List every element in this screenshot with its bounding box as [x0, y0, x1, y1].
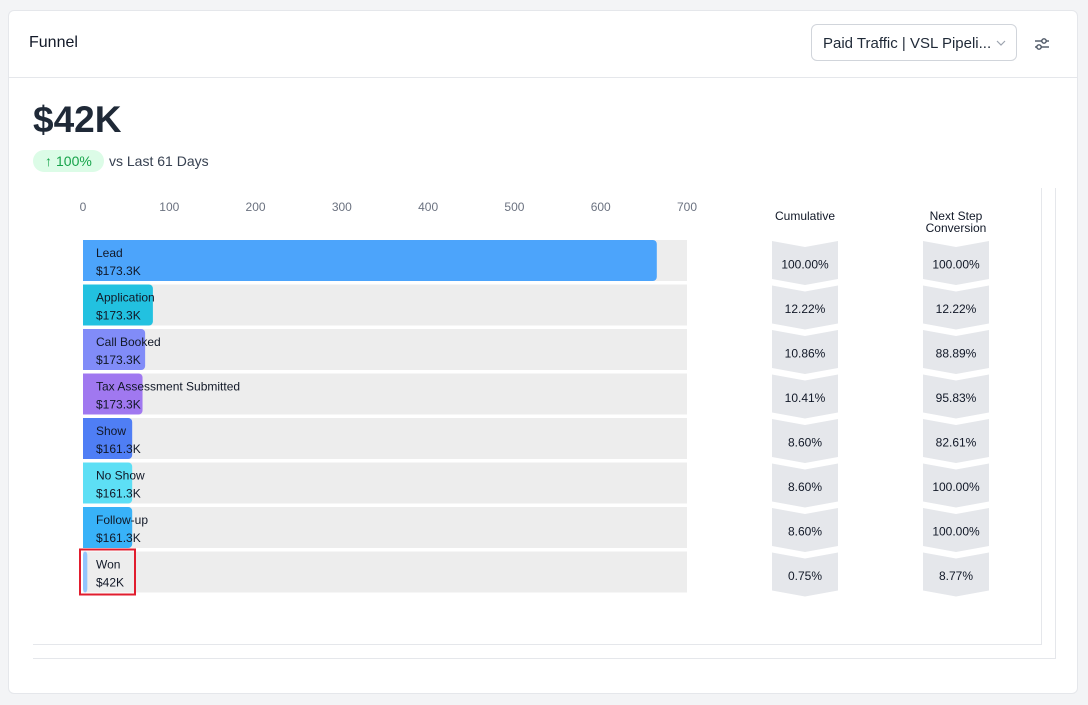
- funnel-bar-edge: [83, 329, 87, 370]
- stage-value-label: $161.3K: [96, 531, 141, 545]
- conversion-value: 100.00%: [932, 480, 980, 494]
- funnel-bar-edge: [83, 507, 87, 548]
- pipeline-select[interactable]: Paid Traffic | VSL Pipeli...: [811, 24, 1017, 61]
- total-value: $42K: [33, 99, 122, 140]
- stage-label: Call Booked: [96, 335, 161, 349]
- cumulative-value: 8.60%: [788, 480, 822, 494]
- funnel-card: Funnel Paid Traffic | VSL Pipeli... $42K…: [8, 10, 1078, 694]
- pipeline-select-value: Paid Traffic | VSL Pipeli...: [823, 35, 992, 52]
- cumulative-value: 8.60%: [788, 525, 822, 539]
- cumulative-value: 8.60%: [788, 436, 822, 450]
- stage-value-label: $161.3K: [96, 487, 141, 501]
- cumulative-value: 100.00%: [781, 258, 829, 272]
- x-tick-label: 200: [246, 200, 266, 214]
- cumulative-value: 10.41%: [785, 391, 826, 405]
- conversion-value: 82.61%: [936, 436, 977, 450]
- cumulative-value: 10.86%: [785, 347, 826, 361]
- x-tick-label: 500: [504, 200, 524, 214]
- conversion-value: 100.00%: [932, 258, 980, 272]
- stage-label: Application: [96, 291, 155, 305]
- x-tick-label: 600: [591, 200, 611, 214]
- funnel-bar-edge: [83, 373, 87, 415]
- card-title: Funnel: [29, 34, 78, 51]
- bar-track: [83, 507, 687, 548]
- card-header: Funnel Paid Traffic | VSL Pipeli...: [9, 11, 1077, 78]
- cumulative-header: Cumulative: [775, 209, 835, 223]
- conversion-value: 8.77%: [939, 569, 973, 583]
- conversion-value: 100.00%: [932, 525, 980, 539]
- x-tick-label: 300: [332, 200, 352, 214]
- stage-label: Tax Assessment Submitted: [96, 380, 240, 394]
- stage-value-label: $173.3K: [96, 264, 141, 278]
- funnel-chart: 0 100 200 300 400 500 600 700Cumulative Next Ste…: [79, 200, 989, 597]
- chevron-down-icon: [996, 40, 1006, 46]
- funnel-bar-edge: [83, 462, 87, 504]
- conversion-header: Conversion: [926, 221, 987, 235]
- bar-track: [83, 462, 687, 504]
- conversion-value: 88.89%: [936, 347, 977, 361]
- bar-track: [83, 329, 687, 370]
- funnel-bar: [83, 551, 88, 593]
- arrow-up-icon: ↑: [45, 153, 52, 169]
- filter-settings-icon[interactable]: [1033, 35, 1051, 53]
- x-tick-label: 400: [418, 200, 438, 214]
- stage-label: Won: [96, 558, 120, 572]
- bar-track: [83, 418, 687, 459]
- funnel-bar-edge: [83, 284, 87, 326]
- compare-period: vs Last 61 Days: [109, 153, 209, 169]
- stage-value-label: $161.3K: [96, 442, 141, 456]
- funnel-bar: [83, 240, 657, 281]
- funnel-bar-edge: [83, 240, 87, 281]
- x-tick-label: 0: [80, 200, 87, 214]
- cumulative-value: 12.22%: [785, 302, 826, 316]
- stage-label: Show: [96, 424, 126, 438]
- conversion-value: 95.83%: [936, 391, 977, 405]
- change-badge: ↑ 100%: [33, 150, 104, 172]
- stage-value-label: $173.3K: [96, 398, 141, 412]
- x-tick-label: 700: [677, 200, 697, 214]
- stage-value-label: $173.3K: [96, 309, 141, 323]
- stage-value-label: $42K: [96, 576, 124, 590]
- x-tick-label: 100: [159, 200, 179, 214]
- stage-value-label: $173.3K: [96, 353, 141, 367]
- cumulative-value: 0.75%: [788, 569, 822, 583]
- change-value: 100%: [56, 153, 92, 169]
- funnel-bar-edge: [83, 418, 87, 459]
- funnel-chart-area: 0 100 200 300 400 500 600 700 Cumulative Next Ste…: [33, 188, 1056, 659]
- bar-track: [83, 551, 687, 593]
- stage-label: Follow-up: [96, 513, 148, 527]
- stage-label: Lead: [96, 246, 123, 260]
- conversion-value: 12.22%: [936, 302, 977, 316]
- stage-label: No Show: [96, 469, 145, 483]
- bar-track: [83, 284, 687, 326]
